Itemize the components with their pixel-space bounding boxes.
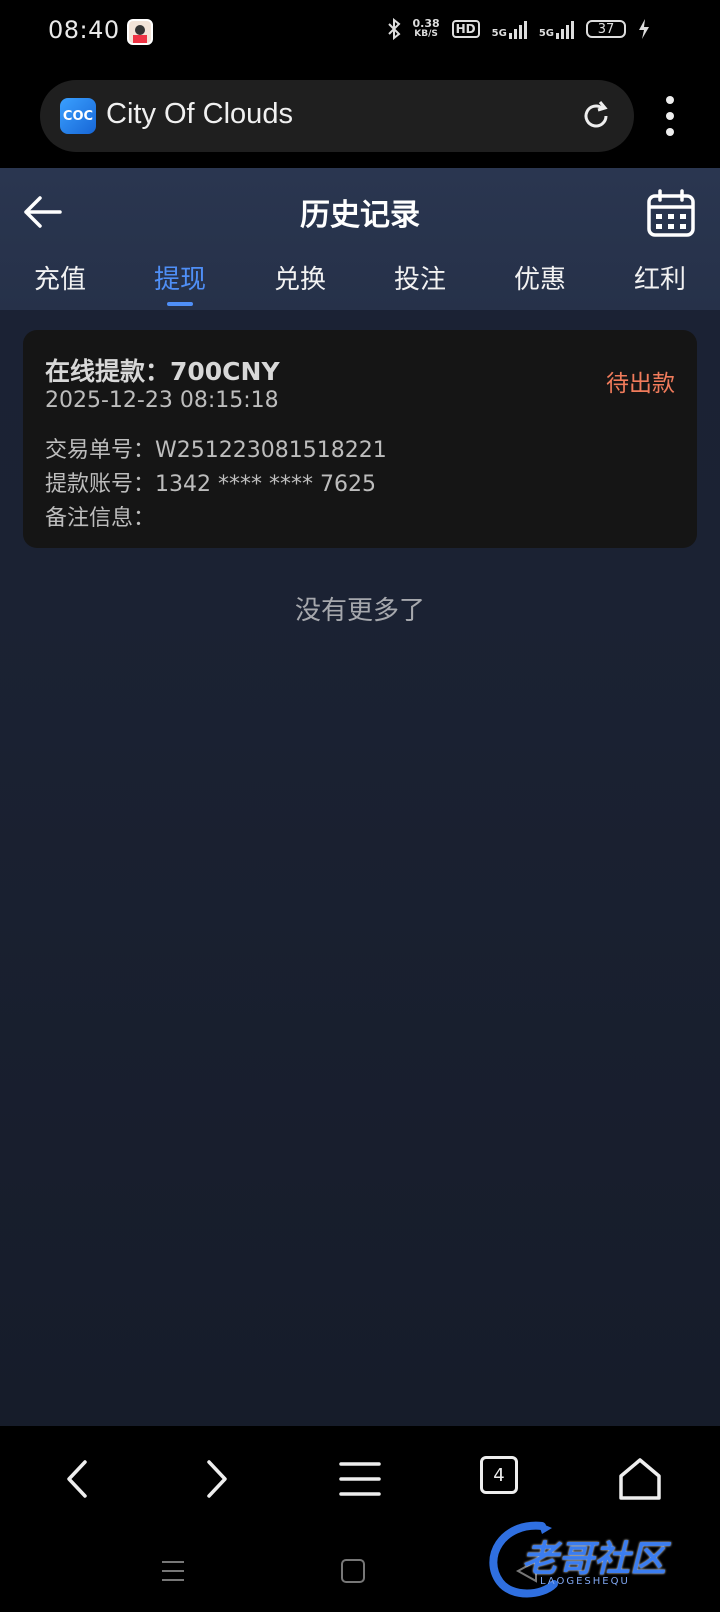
more-menu-icon[interactable] [662,94,678,138]
active-tab-indicator [167,302,193,306]
transaction-number-row: 交易单号：W251223081518221 [45,432,387,464]
signal-2: 5G [539,19,574,39]
net-speed: 0.38 KB/S [413,18,440,40]
record-datetime: 2025-12-23 08:15:18 [45,388,279,413]
tab-count: 4 [493,1464,505,1486]
tabs-switcher-button[interactable]: 4 [480,1456,518,1494]
history-tabs: 充值 提现 兑换 投注 优惠 红利 [0,260,720,310]
calendar-icon[interactable] [646,188,696,238]
signal-2-label: 5G [538,28,554,39]
note-label: 备注信息： [45,506,156,531]
system-home-icon[interactable] [340,1558,366,1584]
home-icon[interactable] [615,1454,665,1504]
watermark-subtext: LAOGESHEQU [540,1576,630,1587]
tab-label: 兑换 [273,265,326,295]
tab-label: 充值 [33,265,86,295]
status-badge: 待出款 [606,371,675,397]
clock: 08:40 [48,16,120,44]
tab-label: 优惠 [513,265,566,295]
signal-bars-icon [556,19,574,39]
txn-label: 交易单号： [45,438,156,463]
account-value: 1342 **** **** 7625 [155,472,376,497]
tab-label: 提现 [153,265,206,295]
page-title-url[interactable]: City Of Clouds [106,98,293,131]
signal-bars-icon [508,19,527,39]
hd-icon: HD [451,20,480,38]
battery-level: 37 [597,21,615,37]
net-speed-value: 0.38 [412,17,440,30]
tab-bets[interactable]: 投注 [360,260,480,310]
address-bar[interactable]: COC City Of Clouds [40,80,634,152]
watermark-text: 老哥社区 [522,1539,667,1580]
net-speed-unit: KB/S [414,29,438,39]
status-bar: 08:40 0.38 KB/S HD 5G 5G 37 [0,0,720,64]
tab-label: 红利 [633,265,686,295]
account-row: 提款账号：1342 **** **** 7625 [45,466,376,498]
charging-icon [639,19,649,39]
app-content: 历史记录 充值 提现 兑换 投注 优惠 红利 在线提款：700CNY 待出款 2… [0,168,720,1426]
record-title: 在线提款：700CNY [45,357,280,386]
watermark-logo: 老哥社区 LAOGESHEQU [482,1518,702,1600]
battery-icon: 37 [586,20,626,38]
tab-withdraw[interactable]: 提现 [120,260,240,310]
page-title: 历史记录 [300,198,420,233]
forward-icon[interactable] [190,1454,240,1504]
browser-toolbar: COC City Of Clouds [0,64,720,168]
tab-promotions[interactable]: 优惠 [480,260,600,310]
txn-value: W251223081518221 [155,438,387,463]
status-icons: 0.38 KB/S HD 5G 5G 37 [387,18,651,40]
bluetooth-icon [387,18,400,40]
withdrawal-record-card[interactable]: 在线提款：700CNY 待出款 2025-12-23 08:15:18 交易单号… [23,330,697,548]
note-row: 备注信息： [45,500,155,532]
tab-recharge[interactable]: 充值 [0,260,120,310]
back-icon[interactable] [54,1454,104,1504]
account-label: 提款账号： [45,472,156,497]
list-end-text: 没有更多了 [294,596,425,626]
menu-icon[interactable] [335,1454,385,1504]
site-logo-icon: COC [60,98,96,134]
site-logo-text: COC [62,108,94,124]
signal-1-label: 5G [491,28,507,39]
app-header: 历史记录 充值 提现 兑换 投注 优惠 红利 [0,168,720,310]
reload-icon[interactable] [578,98,614,134]
notification-avatar-icon [127,19,153,45]
tab-bonus[interactable]: 红利 [600,260,720,310]
recents-icon[interactable] [160,1558,186,1584]
tab-exchange[interactable]: 兑换 [240,260,360,310]
tab-label: 投注 [393,265,446,295]
signal-1: 5G [492,19,527,39]
